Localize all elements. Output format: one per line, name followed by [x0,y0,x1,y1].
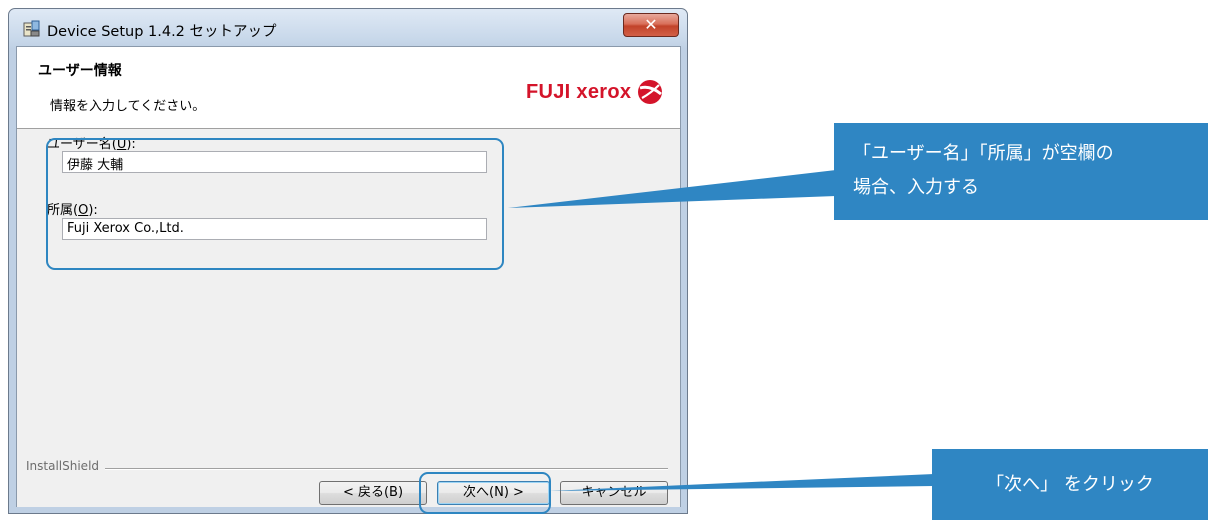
fields-highlight [46,138,504,270]
fields-callout-line2: 場合、入力する [853,177,979,198]
next-callout-text: 「次へ」 をクリック [986,474,1154,495]
fields-callout-line1: 「ユーザー名」「所属」が空欄の [853,143,1114,164]
next-callout-pointer [549,474,934,491]
fields-callout: 「ユーザー名」「所属」が空欄の 場合、入力する [834,123,1208,220]
next-button-highlight [419,472,551,514]
fields-callout-pointer [508,170,836,208]
next-callout: 「次へ」 をクリック [932,449,1208,520]
